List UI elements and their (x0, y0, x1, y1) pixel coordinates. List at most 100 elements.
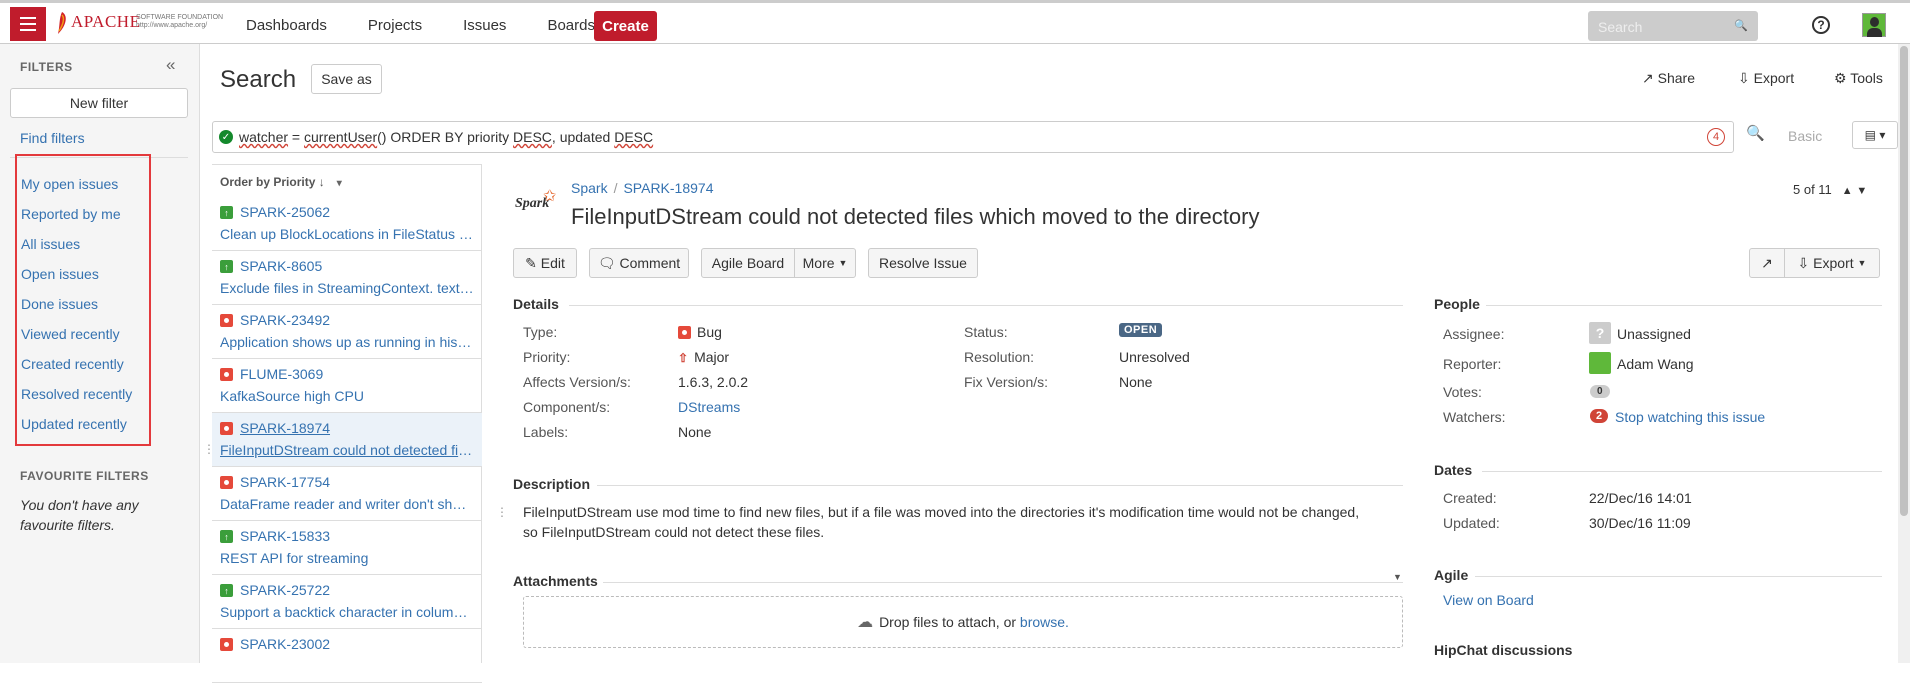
search-placeholder: Search (1598, 19, 1643, 35)
filter-updated-recently[interactable]: Updated recently (21, 416, 127, 432)
resolve-issue-button[interactable]: Resolve Issue (868, 248, 978, 278)
issue-key-link[interactable]: SPARK-18974 (623, 180, 713, 196)
nav-boards[interactable]: Boards (547, 17, 595, 34)
filter-open-issues[interactable]: Open issues (21, 266, 99, 282)
list-item-selected[interactable]: SPARK-18974 FileInputDStream could not de… (212, 413, 482, 467)
share-icon: ↗ (1761, 254, 1773, 271)
component-link[interactable]: DStreams (678, 399, 740, 415)
filter-resolved-recently[interactable]: Resolved recently (21, 386, 132, 402)
issue-summary[interactable]: Application shows up as running in histo… (220, 334, 474, 350)
app-menu-button[interactable] (10, 7, 46, 41)
jql-query-input[interactable]: ✓ watcher = currentUser() ORDER BY prior… (212, 121, 1734, 153)
issue-summary[interactable]: KafkaSource high CPU (220, 388, 474, 404)
create-button[interactable]: Create (594, 11, 657, 41)
issue-key[interactable]: SPARK-17754 (240, 474, 330, 490)
improvement-icon: ↑ (220, 530, 233, 543)
bug-icon (220, 422, 233, 435)
share-button[interactable]: ↗ Share (1642, 70, 1695, 87)
comment-button[interactable]: 🗨 Comment (589, 248, 689, 278)
filter-reported-by-me[interactable]: Reported by me (21, 206, 121, 222)
export-issue-button[interactable]: ⇩ Export ▼ (1784, 248, 1880, 278)
filter-all-issues[interactable]: All issues (21, 236, 80, 252)
find-filters-link[interactable]: Find filters (20, 130, 85, 146)
nav-dashboards[interactable]: Dashboards (246, 17, 327, 34)
issue-key[interactable]: SPARK-23002 (240, 636, 330, 652)
issue-summary[interactable]: Support a backtick character in column n… (220, 604, 474, 620)
issue-summary[interactable]: REST API for streaming (220, 550, 474, 566)
stop-watching-link[interactable]: Stop watching this issue (1615, 409, 1765, 425)
nav-issues[interactable]: Issues (463, 17, 506, 34)
issue-key[interactable]: SPARK-18974 (240, 420, 330, 436)
apache-logo[interactable]: APACHE SOFTWARE FOUNDATION http://www.apa… (54, 9, 228, 39)
list-item[interactable]: ↑ SPARK-15833 REST API for streaming (212, 521, 482, 575)
watchers-count-badge[interactable]: 2 (1590, 409, 1609, 423)
bug-icon (678, 326, 691, 339)
reporter-avatar[interactable] (1589, 352, 1611, 374)
list-item[interactable]: ↑ SPARK-25062 Clean up BlockLocations in F… (212, 197, 482, 251)
issue-key[interactable]: SPARK-25062 (240, 204, 330, 220)
issue-key[interactable]: SPARK-23492 (240, 312, 330, 328)
divider (1482, 471, 1882, 472)
issue-summary[interactable]: DataFrame reader and writer don't show t… (220, 496, 474, 512)
more-button[interactable]: More ▼ (794, 248, 856, 278)
issue-key[interactable]: SPARK-8605 (240, 258, 322, 274)
list-item[interactable]: FLUME-3069 KafkaSource high CPU (212, 359, 482, 413)
chevron-down-icon[interactable]: ▾ (337, 178, 342, 189)
list-item[interactable]: SPARK-17754 DataFrame reader and writer d… (212, 467, 482, 521)
browse-link[interactable]: browse. (1020, 614, 1069, 630)
edit-button[interactable]: ✎ Edit (513, 248, 577, 278)
export-button[interactable]: ⇩ Export (1738, 70, 1794, 87)
previous-issue-icon[interactable]: ▲ (1842, 185, 1853, 197)
issue-key[interactable]: SPARK-25722 (240, 582, 330, 598)
spellcheck-count-badge: 4 (1707, 128, 1725, 146)
basic-search-link[interactable]: Basic (1788, 128, 1822, 144)
layout-switcher-button[interactable]: ▤ ▾ (1852, 121, 1898, 149)
attachment-drop-zone[interactable]: ☁ Drop files to attach, or browse. (523, 596, 1403, 648)
user-avatar[interactable] (1862, 13, 1886, 37)
issue-summary[interactable]: FileInputDStream could not detected file… (220, 442, 474, 458)
project-link[interactable]: Spark (571, 180, 608, 196)
quick-search-input[interactable]: Search 🔍 (1588, 11, 1758, 41)
list-item[interactable]: SPARK-23002 (212, 629, 482, 683)
collapse-sidebar-icon[interactable]: « (166, 55, 175, 75)
affects-version-value: 1.6.3, 2.0.2 (678, 374, 749, 390)
save-as-button[interactable]: Save as (311, 64, 382, 94)
share-issue-button[interactable]: ↗ (1749, 248, 1785, 278)
order-by-button[interactable]: Order by Priority ↓ ▾ (220, 175, 342, 189)
reporter-value[interactable]: Adam Wang (1617, 356, 1694, 372)
issue-summary[interactable]: Clean up BlockLocations in FileStatus ob… (220, 226, 474, 242)
filter-created-recently[interactable]: Created recently (21, 356, 124, 372)
issue-key[interactable]: FLUME-3069 (240, 366, 323, 382)
list-item[interactable]: SPARK-23492 Application shows up as runni… (212, 305, 482, 359)
watchers-label: Watchers: (1443, 409, 1506, 425)
created-value: 22/Dec/16 14:01 (1589, 490, 1692, 506)
priority-label: Priority: (523, 349, 571, 365)
view-on-board-link[interactable]: View on Board (1443, 592, 1534, 608)
filter-done-issues[interactable]: Done issues (21, 296, 98, 312)
improvement-icon: ↑ (220, 206, 233, 219)
scrollbar-thumb[interactable] (1900, 46, 1908, 516)
logo-subtext: SOFTWARE FOUNDATION http://www.apache.org… (136, 14, 224, 29)
assignee-value: Unassigned (1617, 326, 1691, 342)
new-filter-button[interactable]: New filter (10, 88, 188, 118)
resolution-label: Resolution: (964, 349, 1035, 365)
search-icon[interactable]: 🔍 (1746, 124, 1765, 142)
bug-icon (220, 476, 233, 489)
search-icon: 🔍 (1734, 20, 1748, 32)
list-item[interactable]: ↑ SPARK-25722 Support a backtick character… (212, 575, 482, 629)
agile-board-button[interactable]: Agile Board (701, 248, 795, 278)
comment-icon: 🗨 (597, 254, 616, 271)
chevron-down-icon[interactable]: ▼ (1393, 572, 1402, 582)
issue-key[interactable]: SPARK-15833 (240, 528, 330, 544)
help-icon[interactable]: ? (1812, 16, 1830, 34)
list-resize-handle[interactable]: ⋮ (496, 505, 508, 519)
filters-heading: FILTERS (20, 60, 73, 74)
next-issue-icon[interactable]: ▼ (1856, 185, 1867, 197)
nav-projects[interactable]: Projects (368, 17, 422, 34)
tools-button[interactable]: ⚙ Tools (1834, 70, 1883, 87)
votes-count-badge[interactable]: 0 (1590, 385, 1610, 398)
list-item[interactable]: ↑ SPARK-8605 Exclude files in StreamingCon… (212, 251, 482, 305)
filter-my-open-issues[interactable]: My open issues (21, 176, 118, 192)
filter-viewed-recently[interactable]: Viewed recently (21, 326, 120, 342)
issue-summary[interactable]: Exclude files in StreamingContext. textF… (220, 280, 474, 296)
